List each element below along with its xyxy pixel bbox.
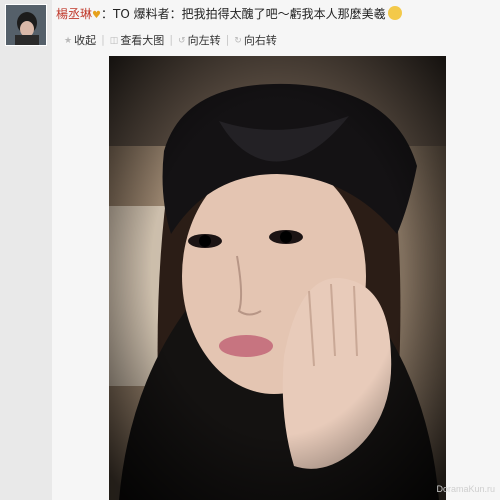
divider: | (225, 33, 230, 46)
selfie-photo-image (109, 56, 446, 500)
username-link[interactable]: 楊丞琳 (56, 7, 92, 21)
rotate-right-label: 向右转 (243, 34, 277, 47)
star-icon: ★ (64, 36, 73, 46)
view-large-button[interactable]: ◫ 查看大图 (110, 34, 165, 48)
rotate-left-label: 向左转 (187, 34, 221, 47)
image-action-bar: ★ 收起 | ◫ 查看大图 | ↺ 向左转 | ↻ 向右转 (64, 33, 277, 47)
rotate-left-button[interactable]: ↺ 向左转 (178, 34, 221, 48)
rotate-left-icon: ↺ (178, 36, 186, 46)
avatar-image (6, 5, 46, 45)
vip-badge-icon: ♥ (92, 10, 101, 21)
post-content: ：TO 爆料者：把我拍得太醜了吧～虧我本人那麼美羲 (100, 7, 386, 21)
collapse-button[interactable]: ★ 收起 (64, 34, 96, 48)
collapse-label: 收起 (74, 34, 97, 47)
view-large-label: 查看大图 (120, 34, 165, 47)
divider: | (101, 33, 105, 46)
rotate-right-button[interactable]: ↻ 向右转 (234, 34, 277, 48)
smiley-emoji-icon (387, 6, 402, 20)
post-photo[interactable] (109, 56, 446, 500)
post-text-line: 楊丞琳♥：TO 爆料者：把我拍得太醜了吧～虧我本人那麼美羲 (56, 5, 496, 23)
rotate-right-icon: ↻ (234, 36, 242, 46)
divider: | (169, 33, 174, 46)
avatar[interactable] (5, 4, 47, 46)
zoom-icon: ◫ (109, 36, 119, 46)
watermark-text: DoramaKun.ru (436, 484, 495, 494)
